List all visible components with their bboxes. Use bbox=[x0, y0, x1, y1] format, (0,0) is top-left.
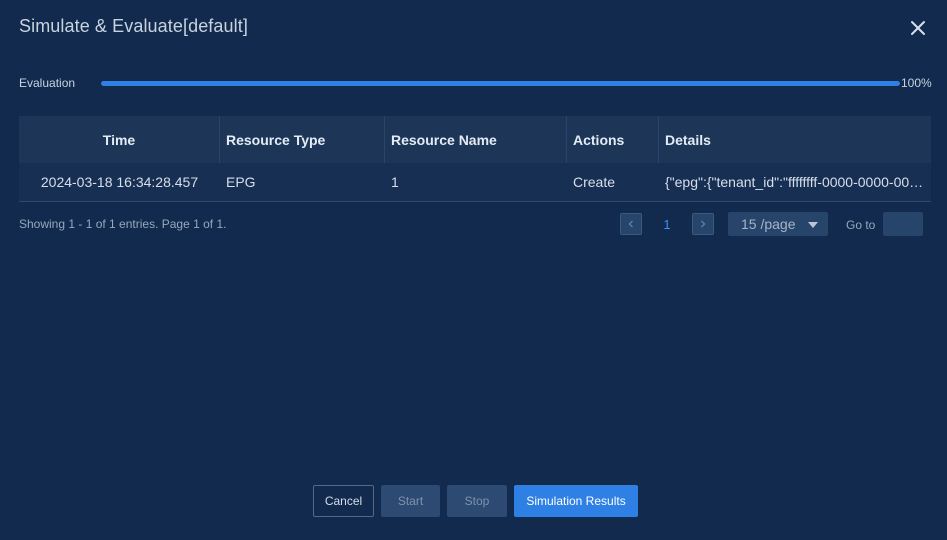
progress-fill bbox=[101, 81, 900, 86]
column-header-time[interactable]: Time bbox=[19, 116, 220, 163]
goto-page-input[interactable] bbox=[883, 212, 923, 236]
column-header-resource-name[interactable]: Resource Name bbox=[385, 116, 567, 163]
column-header-actions[interactable]: Actions bbox=[567, 116, 659, 163]
close-icon bbox=[911, 21, 925, 35]
pagination-summary: Showing 1 - 1 of 1 entries. Page 1 of 1. bbox=[19, 217, 227, 231]
table-header: Time Resource Type Resource Name Actions… bbox=[19, 116, 931, 163]
page-number-current[interactable]: 1 bbox=[657, 217, 677, 232]
dialog-title: Simulate & Evaluate[default] bbox=[19, 16, 248, 36]
stop-button[interactable]: Stop bbox=[447, 485, 507, 517]
results-table: Time Resource Type Resource Name Actions… bbox=[19, 116, 931, 202]
simulation-results-button[interactable]: Simulation Results bbox=[514, 485, 638, 517]
caret-down-icon bbox=[808, 222, 818, 228]
next-page-button[interactable] bbox=[692, 213, 714, 235]
column-header-resource-type[interactable]: Resource Type bbox=[220, 116, 385, 163]
cell-resource-name: 1 bbox=[391, 174, 399, 190]
cell-action: Create bbox=[573, 174, 616, 190]
close-button[interactable] bbox=[907, 17, 929, 39]
simulate-evaluate-dialog: Simulate & Evaluate[default] Evaluation … bbox=[0, 0, 947, 540]
start-button[interactable]: Start bbox=[381, 485, 440, 517]
chevron-left-icon bbox=[628, 220, 633, 228]
cell-details[interactable]: {"epg":{"tenant_id":"ffffffff-0000-0000-… bbox=[659, 163, 931, 201]
table-row[interactable]: 2024-03-18 16:34:28.457 EPG 1 Create {"e… bbox=[19, 163, 931, 202]
cell-time: 2024-03-18 16:34:28.457 bbox=[40, 174, 199, 190]
evaluation-progress-bar bbox=[101, 81, 900, 86]
progress-label: Evaluation bbox=[19, 76, 76, 90]
page-size-value: 15 /page bbox=[741, 216, 796, 232]
details-text: {"epg":{"tenant_id":"ffffffff-0000-0000-… bbox=[665, 174, 925, 190]
cancel-button[interactable]: Cancel bbox=[313, 485, 374, 517]
cell-resource-type: EPG bbox=[226, 174, 256, 190]
prev-page-button[interactable] bbox=[620, 213, 642, 235]
column-header-details[interactable]: Details bbox=[659, 116, 931, 163]
page-size-select[interactable]: 15 /page bbox=[728, 212, 828, 236]
table-body: 2024-03-18 16:34:28.457 EPG 1 Create {"e… bbox=[19, 163, 931, 202]
chevron-right-icon bbox=[701, 220, 706, 228]
progress-percent: 100% bbox=[901, 76, 932, 90]
goto-label: Go to bbox=[846, 218, 876, 232]
